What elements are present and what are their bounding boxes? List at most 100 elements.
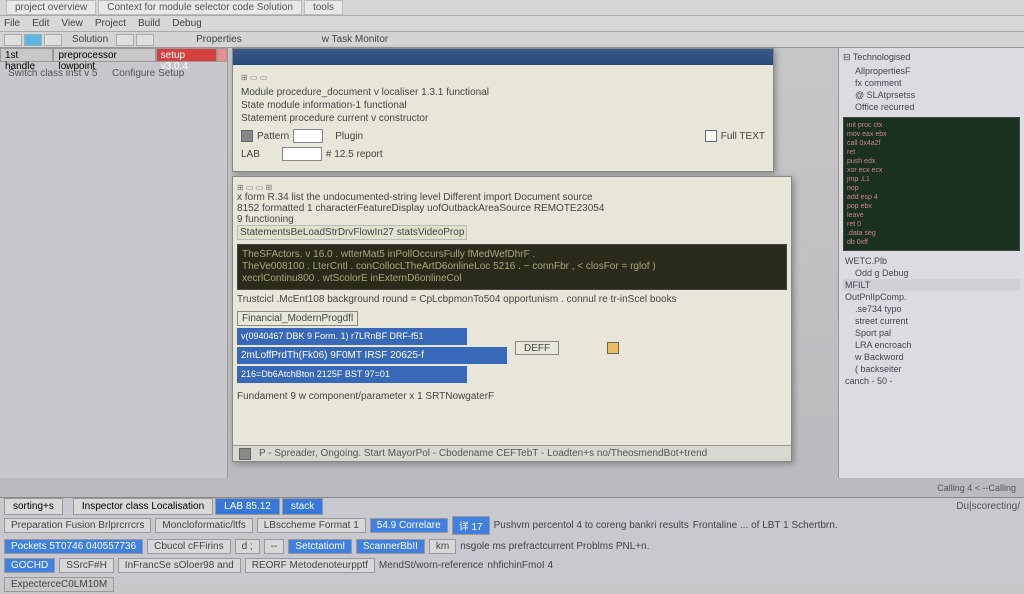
tree-g2[interactable]: Odd g Debug xyxy=(843,267,1020,279)
r2-seg-6[interactable]: ScannerBbII xyxy=(356,539,425,554)
tree-g7[interactable]: Sport pal xyxy=(843,327,1020,339)
r1-seg-3: LBsccheme Format 1 xyxy=(257,518,366,533)
tool-btn-3[interactable] xyxy=(44,34,62,46)
field-plugin-label: Plugin xyxy=(335,130,363,143)
dark-line-2: TheVe008100 . LterCntl . conCollocLTheAr… xyxy=(242,261,782,273)
tree-item-3[interactable]: @ SLAtprsetss xyxy=(843,89,1020,101)
title-tab-3[interactable]: tools xyxy=(304,0,343,15)
r3-seg-4[interactable]: REORF Metodenoteurpptf xyxy=(245,558,375,573)
center-area: ⊞ ▭ ▭ Module procedure_document v locali… xyxy=(228,48,838,478)
dialog-lower-body: ⊞ ▭ ▭ ⊞ x form R.34 list the undocumente… xyxy=(233,177,791,408)
tool-btn-1[interactable] xyxy=(4,34,22,46)
menu-project[interactable]: Project xyxy=(95,18,126,29)
field-pattern-label: Pattern xyxy=(257,130,289,143)
dialog-upper-body: ⊞ ▭ ▭ Module procedure_document v locali… xyxy=(233,65,773,167)
field-pattern-input[interactable] xyxy=(293,129,323,143)
dialog-upper-title[interactable] xyxy=(233,49,773,65)
bottom-tab-1[interactable]: sorting+s xyxy=(4,498,63,515)
toolbar-label-1: Solution xyxy=(72,34,108,45)
r2-seg-5[interactable]: Setctatioml xyxy=(288,539,351,554)
dlg2-hdr-4: StatementsBeLoadStrDrvFlowIn27 statsVide… xyxy=(237,225,467,240)
r1-seg-5[interactable]: 详 17 xyxy=(452,516,490,535)
dialog-upper: ⊞ ▭ ▭ Module procedure_document v locali… xyxy=(232,48,774,172)
tree-g1[interactable]: WETC.Plb xyxy=(843,255,1020,267)
toolbar-label-3: w Task Monitor xyxy=(322,34,389,45)
tree-g3[interactable]: MFILT xyxy=(843,279,1020,291)
menu-build[interactable]: Build xyxy=(138,18,160,29)
menu-view[interactable]: View xyxy=(61,18,83,29)
toolbar: Solution Properties w Task Monitor xyxy=(0,32,1024,48)
selection-row-1[interactable]: v(0940467 DBK 9 Form. 1) r7LRnBF DRF-f51 xyxy=(237,328,467,345)
r2-seg-2[interactable]: Cbucol cFFirins xyxy=(147,539,230,554)
dark-line-1: TheSFActors. v 16.0 . wtterMat5 inPollOc… xyxy=(242,249,782,261)
toolbar-label-2: Properties xyxy=(196,34,242,45)
dlg1-line-2: State module information-1 functional xyxy=(241,99,765,112)
tree-g10[interactable]: ( backseiter xyxy=(843,363,1020,375)
tree-g5[interactable]: .se734 typo xyxy=(843,303,1020,315)
dark-line-3: xecrlContinu800 . wtScolorE inExternD6on… xyxy=(242,273,782,285)
tool-btn-4[interactable] xyxy=(116,34,134,46)
code-preview[interactable]: init proc ctx mov eax ebx call 0x4a2f re… xyxy=(843,117,1020,251)
left-line-2: Configure Setup xyxy=(112,68,184,79)
tool-btn-5[interactable] xyxy=(136,34,154,46)
field-lab-input[interactable] xyxy=(282,147,322,161)
right-sidebar: ⊟ Technologised AllpropertiesF fx commen… xyxy=(838,48,1024,478)
status-icon xyxy=(239,448,251,460)
r2-seg-4: -- xyxy=(264,539,285,554)
left-tab-2[interactable]: preprocessor lowpoint xyxy=(53,48,155,62)
deff-button[interactable]: DEFF xyxy=(515,341,559,355)
bottom-row-3: GOCHD SSrcF#H InFrancSe sOloer98 and REO… xyxy=(0,556,1024,575)
selection-row-3[interactable]: 216=Db6AtchBton 2125F BST 97=01 xyxy=(237,366,467,383)
menubar: File Edit View Project Build Debug xyxy=(0,16,1024,32)
tree-item-4[interactable]: Office recurred xyxy=(843,101,1020,113)
left-sidebar: 1st handle preprocessor lowpoint setup v… xyxy=(0,48,228,478)
left-tab-3[interactable]: setup v3.0.4 xyxy=(156,48,217,62)
r3-seg-2[interactable]: SSrcF#H xyxy=(59,558,114,573)
checkbox-fulltext-label: Full TEXT xyxy=(721,130,765,143)
r2-seg-1[interactable]: Pockets 5T0746 040557736 xyxy=(4,539,143,554)
tree-item-2[interactable]: fx comment xyxy=(843,77,1020,89)
menu-debug[interactable]: Debug xyxy=(172,18,201,29)
title-tab-1[interactable]: project overview xyxy=(6,0,96,15)
sel-hdr: Financial_ModernProgdfl xyxy=(237,311,358,326)
menu-edit[interactable]: Edit xyxy=(32,18,49,29)
bottom-row-1: Preparation Fusion Brlprcrrcrs Monclofor… xyxy=(0,514,1024,537)
r1-seg-6: Pushvm percentol 4 to coreng bankri resu… xyxy=(494,520,689,531)
dlg2-hdr-2: 8152 formatted 1 characterFeatureDisplay… xyxy=(237,203,787,214)
r2-seg-8: nsgole ms prefractcurrent Problms PNL+n. xyxy=(460,541,649,552)
r1-seg-4[interactable]: 54.9 Correlare xyxy=(370,518,448,533)
menu-file[interactable]: File xyxy=(4,18,20,29)
right-header[interactable]: ⊟ Technologised xyxy=(843,52,1020,63)
dlg1-line-3: Statement procedure current v constructo… xyxy=(241,112,765,125)
tree-g8[interactable]: LRA encroach xyxy=(843,339,1020,351)
bottom-row-2: Pockets 5T0746 040557736 Cbucol cFFirins… xyxy=(0,537,1024,556)
code-dark-block[interactable]: TheSFActors. v 16.0 . wtterMat5 inPollOc… xyxy=(237,244,787,290)
tree-item-1[interactable]: AllpropertiesF xyxy=(843,65,1020,77)
dlg2-mid-1: Trustcicl .McEnt108 background round = C… xyxy=(237,294,787,305)
dlg2-footer-text: Fundament 9 w component/parameter x 1 SR… xyxy=(237,391,787,402)
r3-seg-1[interactable]: GOCHD xyxy=(4,558,55,573)
dlg2-hdr-1: x form R.34 list the undocumented-string… xyxy=(237,192,787,203)
r3-seg-6: nhfichinFmoI 4 xyxy=(487,560,553,571)
checkbox-icon[interactable] xyxy=(705,130,717,142)
main-area: 1st handle preprocessor lowpoint setup v… xyxy=(0,48,1024,478)
bottom-tabs: sorting+s Inspector class Localisation L… xyxy=(0,498,1024,514)
left-tabs: 1st handle preprocessor lowpoint setup v… xyxy=(0,48,227,62)
tree-g6[interactable]: street current xyxy=(843,315,1020,327)
selection-row-2[interactable]: 2mLoffPrdTh(Fk06) 9F0MT IRSF 20625-f xyxy=(237,347,507,364)
tree-g9[interactable]: w Backword xyxy=(843,351,1020,363)
r1-seg-2[interactable]: Moncloformatic/ltfs xyxy=(155,518,252,533)
bottom-tab-2[interactable]: Inspector class Localisation xyxy=(73,498,213,515)
bottom-panel: sorting+s Inspector class Localisation L… xyxy=(0,497,1024,585)
tool-btn-2[interactable] xyxy=(24,34,42,46)
r1-seg-1[interactable]: Preparation Fusion Brlprcrrcrs xyxy=(4,518,151,533)
bottom-tab-3[interactable]: LAB 85.12 xyxy=(215,498,280,515)
r2-seg-3: d ; xyxy=(235,539,260,554)
r1-seg-7: Frontaline ... of LBT 1 Schertbrn. xyxy=(693,520,838,531)
bottom-tab-4[interactable]: stack xyxy=(282,498,323,515)
left-tab-1[interactable]: 1st handle xyxy=(0,48,53,62)
title-tab-2[interactable]: Context for module selector code Solutio… xyxy=(98,0,302,15)
left-tab-4[interactable] xyxy=(217,48,227,62)
tree-g4[interactable]: OutPnlIpComp. xyxy=(843,291,1020,303)
tree-g11[interactable]: canch - 50 - xyxy=(843,375,1020,387)
